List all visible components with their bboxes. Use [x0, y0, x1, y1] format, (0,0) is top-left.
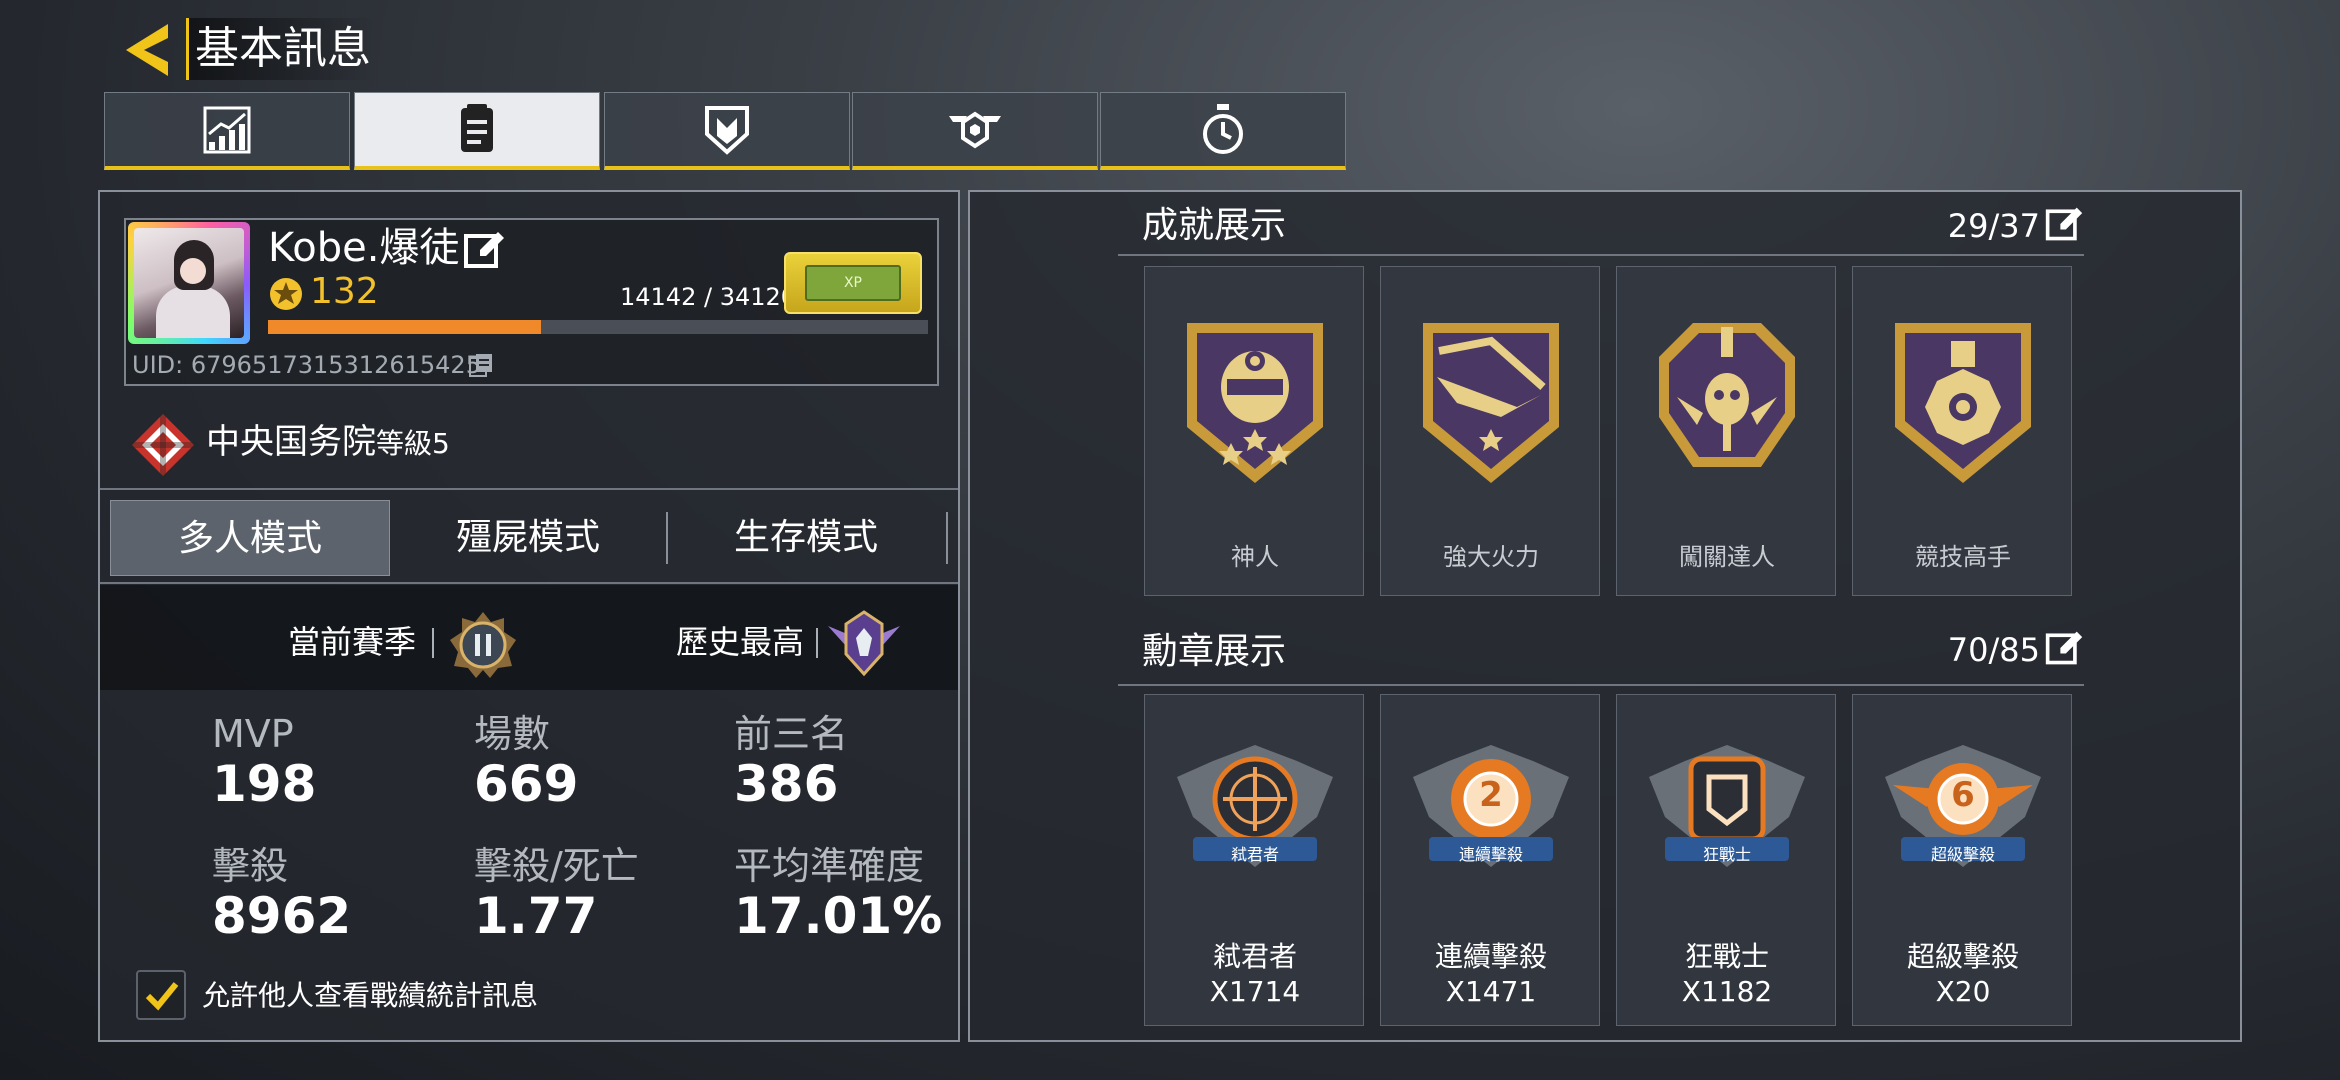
current-season-rank-icon[interactable] — [448, 610, 518, 680]
medal-count: X1182 — [1681, 975, 1773, 1008]
best-season-rank-icon[interactable] — [826, 606, 902, 682]
medal-card[interactable]: 弒君者 弒君者 X1714 — [1144, 694, 1364, 1026]
medal-count: X20 — [1935, 975, 1991, 1008]
medal-label: 狂戰士 — [1684, 940, 1769, 973]
stat-label-matches: 場數 — [474, 712, 551, 756]
achievement-card[interactable]: 神人 — [1144, 266, 1364, 596]
stat-value-matches: 669 — [474, 755, 579, 813]
achievements-count: 29/37 — [1947, 207, 2040, 245]
medal-label: 弒君者 — [1212, 940, 1297, 973]
tab-time[interactable] — [1100, 92, 1346, 170]
report-icon — [461, 103, 493, 152]
achievements-title: 成就展示 — [1142, 205, 1287, 246]
stat-label-accuracy: 平均準確度 — [734, 844, 925, 888]
stat-label-top3: 前三名 — [734, 712, 849, 756]
clan-name: 中央国务院 — [206, 422, 376, 462]
level-star-icon — [270, 278, 302, 310]
stat-value-kills: 8962 — [212, 887, 352, 945]
clan-rank-icon — [128, 410, 198, 480]
medals-count: 70/85 — [1947, 631, 2040, 669]
divider — [432, 628, 434, 658]
uid-text: UID: 6796517315312615425 — [132, 351, 481, 379]
back-arrow-icon — [126, 24, 168, 76]
firepower-achievement-icon — [1423, 323, 1559, 483]
xp-card-icon: XP — [805, 265, 901, 301]
medal-label: 連續擊殺 — [1434, 940, 1547, 973]
medal-number: 6 — [1951, 775, 1975, 815]
divider — [946, 512, 948, 564]
current-season-label: 當前賽季 — [288, 623, 417, 661]
stat-value-kd: 1.77 — [474, 887, 598, 945]
medal-card[interactable]: 6 超級擊殺 超級擊殺 X20 — [1852, 694, 2072, 1026]
allow-view-checkbox[interactable] — [136, 970, 186, 1020]
tab-multiplayer[interactable]: 多人模式 — [110, 500, 390, 576]
tab-zombie[interactable]: 殭屍模式 — [390, 500, 666, 576]
page-title: 基本訊息 — [186, 18, 377, 80]
checkmark-icon — [145, 982, 179, 1011]
achievement-card[interactable]: 闖關達人 — [1616, 266, 1836, 596]
edit-icon — [2045, 207, 2083, 241]
achievement-card[interactable]: 強大火力 — [1380, 266, 1600, 596]
best-season-label: 歷史最高 — [676, 623, 805, 661]
achievement-label: 神人 — [1231, 543, 1279, 571]
achievement-label: 強大火力 — [1443, 543, 1539, 571]
medal-badge-text: 連續擊殺 — [1458, 845, 1523, 864]
divider — [100, 488, 958, 490]
avatar[interactable] — [128, 222, 250, 344]
player-name: Kobe.爆徒 — [268, 225, 460, 271]
god-achievement-icon — [1187, 323, 1323, 483]
wings-badge-icon — [949, 111, 1001, 148]
stopwatch-icon — [1203, 103, 1243, 154]
medal-badge-text: 弒君者 — [1230, 845, 1279, 864]
stat-value-mvp: 198 — [212, 755, 317, 813]
tab-stats[interactable] — [104, 92, 350, 170]
double-xp-card[interactable]: XP — [784, 252, 922, 314]
clan-level: 等級5 — [376, 427, 450, 460]
copy-icon[interactable] — [466, 350, 496, 380]
achievement-card[interactable]: 競技高手 — [1852, 266, 2072, 596]
xp-progress-bar — [268, 320, 928, 334]
competitive-achievement-icon — [1895, 323, 2031, 483]
player-level: 132 — [310, 271, 379, 312]
stat-label-kd: 擊殺/死亡 — [474, 844, 639, 888]
tab-report[interactable] — [354, 92, 600, 170]
xp-progress-fill — [268, 320, 542, 334]
medal-count: X1714 — [1209, 975, 1301, 1008]
medals-title: 勳章展示 — [1142, 631, 1287, 672]
medal-badge-text: 超級擊殺 — [1930, 845, 1995, 864]
medal-card[interactable]: 2 連續擊殺 連續擊殺 X1471 — [1380, 694, 1600, 1026]
medal-card[interactable]: 狂戰士 狂戰士 X1182 — [1616, 694, 1836, 1026]
stats-icon — [203, 106, 251, 153]
challenge-achievement-icon — [1659, 323, 1795, 467]
edit-achievements-button[interactable] — [2044, 204, 2084, 244]
edit-medals-button[interactable] — [2044, 628, 2084, 668]
stat-value-top3: 386 — [734, 755, 839, 813]
medal-count: X1471 — [1445, 975, 1537, 1008]
medal-number: 2 — [1479, 775, 1503, 815]
xp-card-label: XP — [843, 275, 863, 291]
shield-icon — [705, 105, 749, 155]
tab-shield[interactable] — [604, 92, 850, 170]
tab-survival[interactable]: 生存模式 — [668, 500, 944, 576]
tab-badge[interactable] — [852, 92, 1098, 170]
divider — [1118, 254, 2084, 256]
stat-label-kills: 擊殺 — [212, 844, 289, 888]
divider — [1118, 684, 2084, 686]
medal-badge-text: 狂戰士 — [1702, 845, 1751, 864]
stat-label-mvp: MVP — [212, 712, 294, 756]
medal-label: 超級擊殺 — [1906, 940, 2019, 973]
clan-rank: 中央国务院等級5 — [206, 418, 450, 468]
edit-name-button[interactable] — [462, 228, 506, 272]
divider — [816, 628, 818, 658]
achievement-label: 闖關達人 — [1679, 543, 1775, 571]
stat-value-accuracy: 17.01% — [734, 887, 943, 945]
edit-icon — [464, 232, 504, 268]
divider — [100, 582, 958, 584]
back-button[interactable] — [118, 18, 182, 82]
allow-view-label: 允許他人查看戰績統計訊息 — [202, 979, 539, 1012]
edit-icon — [2045, 631, 2083, 665]
achievement-label: 競技高手 — [1915, 543, 2011, 571]
xp-text: 14142 / 34120 — [620, 283, 797, 311]
